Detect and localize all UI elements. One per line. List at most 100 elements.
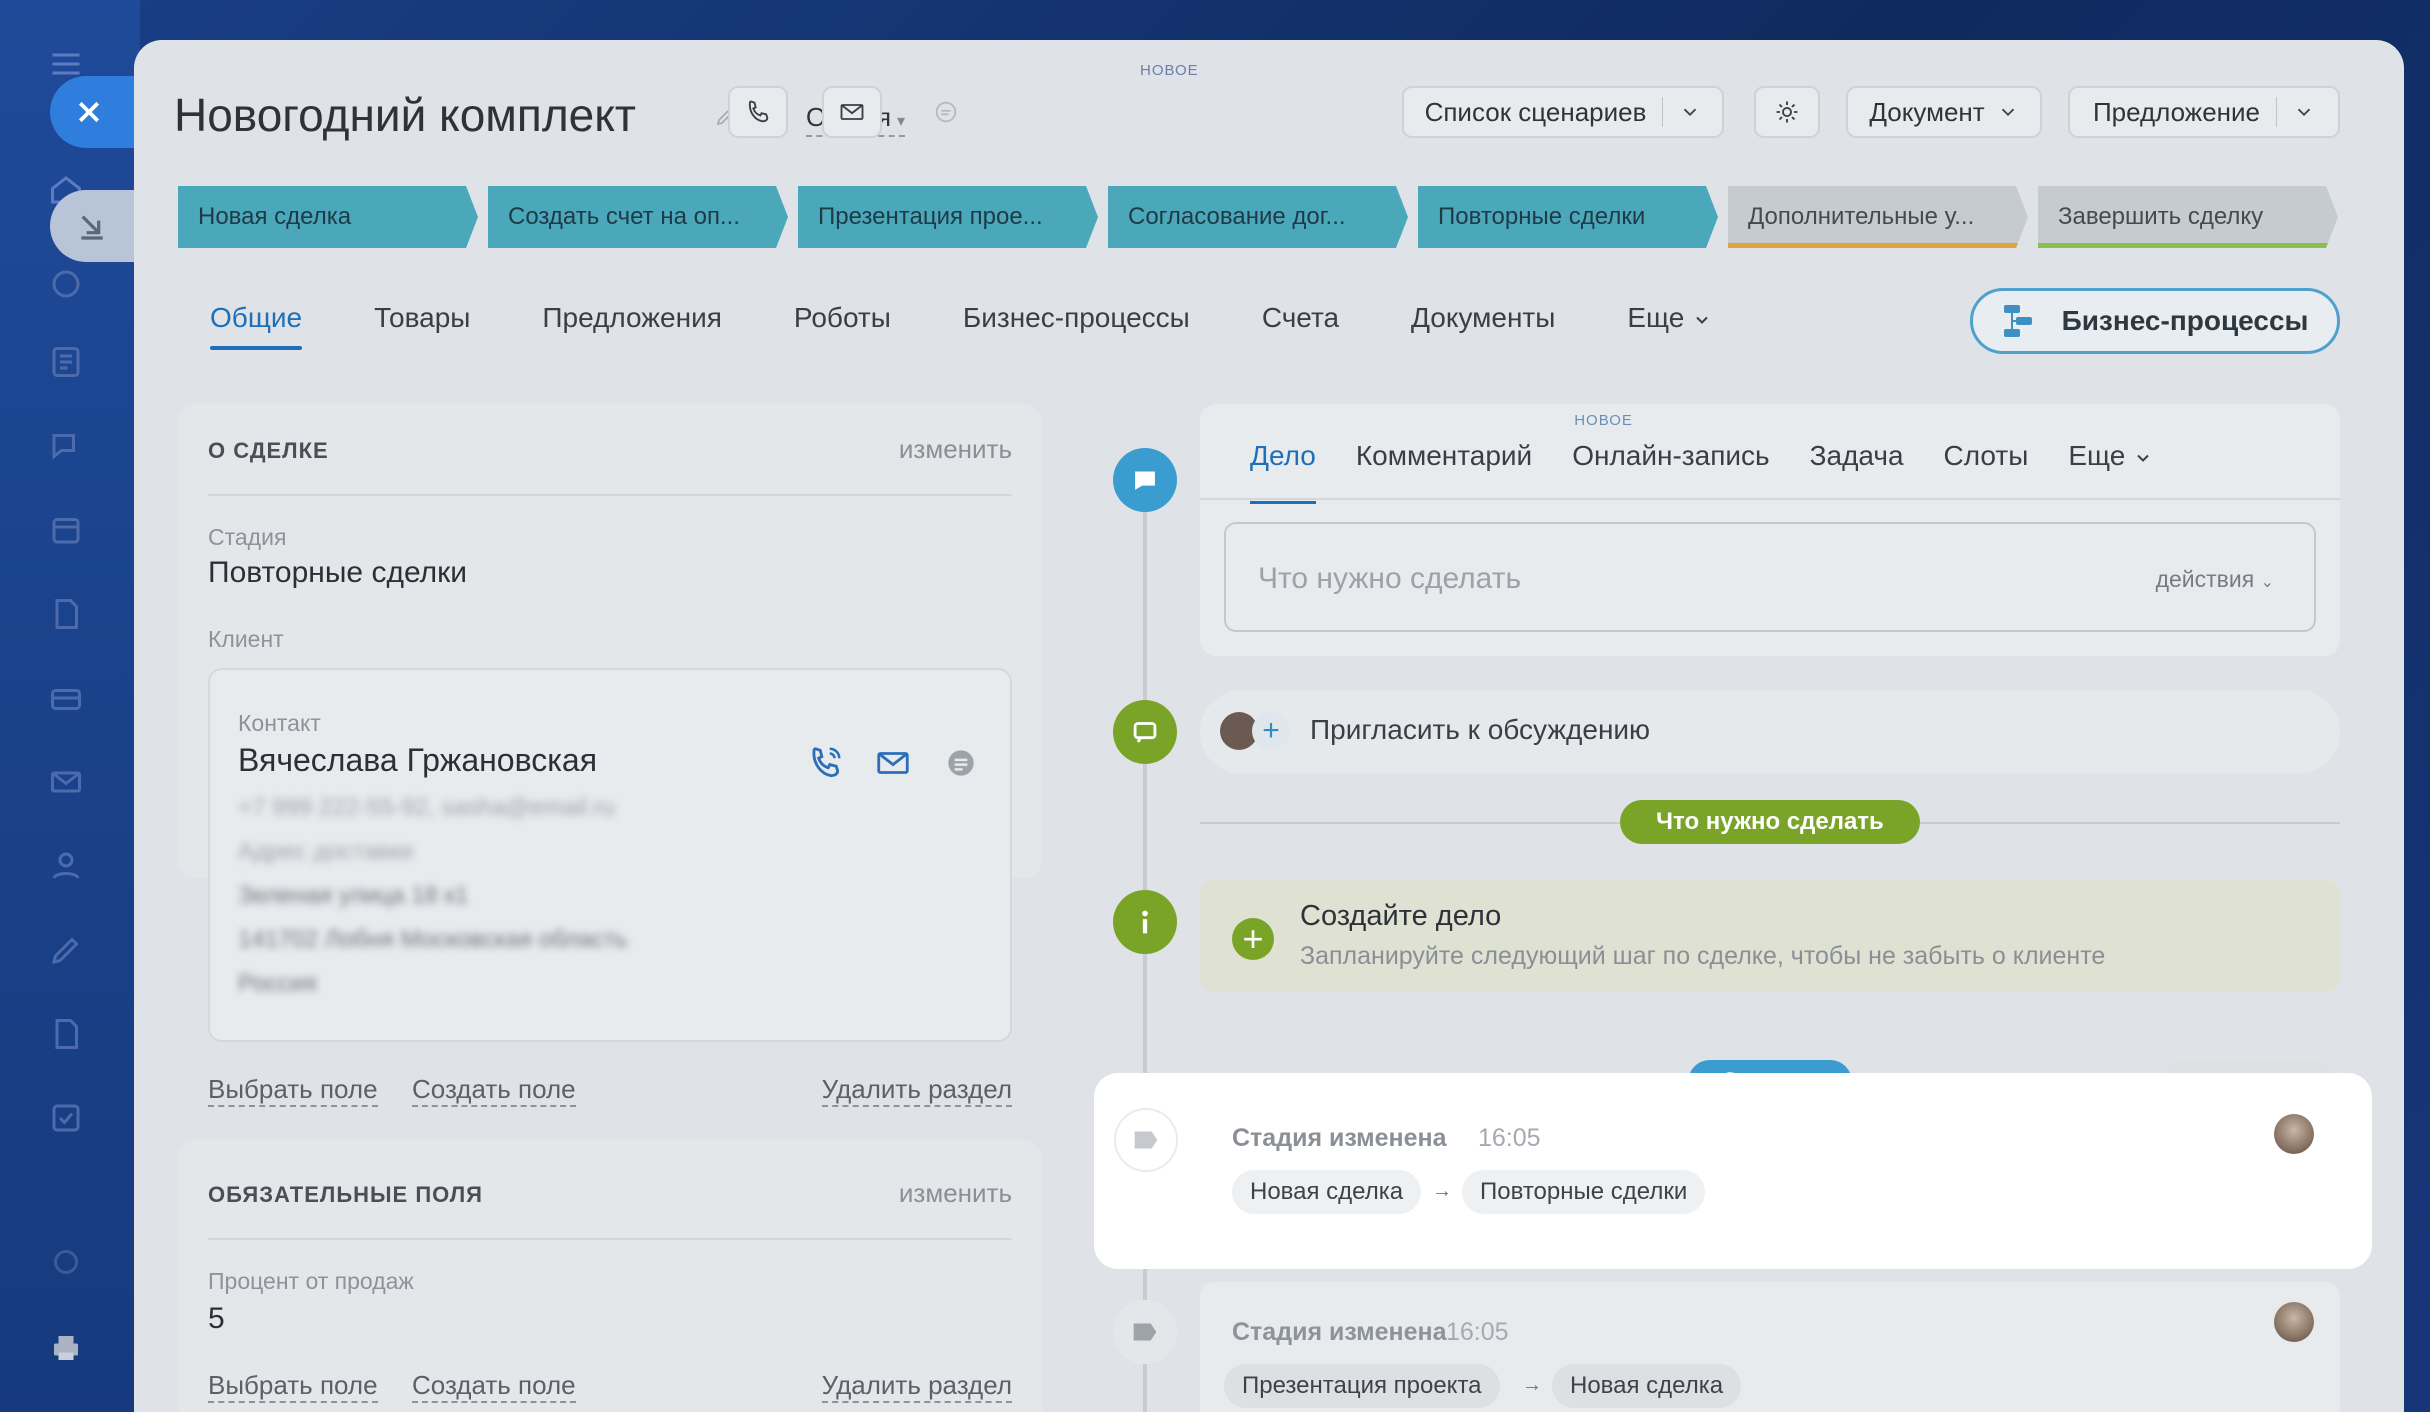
online-booking-label: Онлайн-запись <box>1572 440 1770 471</box>
crm-icon[interactable] <box>46 678 86 718</box>
timeline-node-stage-2 <box>1113 1300 1177 1364</box>
create-field-link[interactable]: Создать поле <box>412 1074 576 1107</box>
settings-button[interactable] <box>1754 86 1820 138</box>
add-circle-icon[interactable]: + <box>1232 918 1274 960</box>
plus-icon: + <box>1252 712 1290 750</box>
editor-tab-task[interactable]: Дело <box>1250 440 1316 504</box>
sales-percent-label: Процент от продаж <box>208 1268 414 1294</box>
avatar <box>2274 1114 2314 1154</box>
editor-tab-more[interactable]: Еще <box>2068 440 2153 504</box>
delete-section-link[interactable]: Удалить раздел <box>821 1074 1012 1107</box>
chat-bubble-icon <box>1135 471 1155 490</box>
close-slider-button[interactable] <box>50 76 146 148</box>
stage-2[interactable]: Создать счет на оп... <box>488 186 788 248</box>
stage-label: Повторные сделки <box>1438 203 1646 230</box>
email-button[interactable] <box>822 86 882 138</box>
tab-general[interactable]: Общие <box>210 302 303 350</box>
contact-name[interactable]: Вячеслава Гржановская <box>238 742 597 779</box>
todo-section-pill: Что нужно сделать <box>1620 800 1920 844</box>
editor-tab-comment[interactable]: Комментарий <box>1356 440 1532 504</box>
contact-label: Контакт <box>238 710 321 736</box>
about-card-links: Выбрать поле Создать поле Удалить раздел <box>208 1074 1012 1114</box>
template-icon[interactable] <box>46 1014 86 1054</box>
stage-1[interactable]: Новая сделка <box>178 186 478 248</box>
minimize-slider-button[interactable] <box>50 190 146 262</box>
actions-label: действия <box>2155 566 2255 592</box>
stage-label: Согласование дог... <box>1128 203 1346 230</box>
mail-icon[interactable] <box>874 744 912 782</box>
tab-robots[interactable]: Роботы <box>794 302 891 350</box>
chevron-down-icon <box>1696 316 1709 324</box>
select-field-link[interactable]: Выбрать поле <box>208 1370 378 1403</box>
mail-icon[interactable] <box>46 762 86 802</box>
contacts-icon[interactable] <box>46 846 86 886</box>
business-processes-label: Бизнес-процессы <box>2061 305 2309 336</box>
stage-4[interactable]: Согласование дог... <box>1108 186 1408 248</box>
gear-icon <box>1776 101 1798 123</box>
stage-label: Дополнительные у... <box>1748 203 1975 230</box>
info-icon <box>1142 910 1148 934</box>
delete-section-link[interactable]: Удалить раздел <box>821 1370 1012 1403</box>
event-title: Стадия изменена <box>1232 1124 1447 1152</box>
stage-5[interactable]: Повторные сделки <box>1418 186 1718 248</box>
create-task-subtitle: Запланируйте следующий шаг по сделке, чт… <box>1300 942 2106 970</box>
tab-business-processes[interactable]: Бизнес-процессы <box>963 302 1190 350</box>
tasks-icon[interactable] <box>46 1098 86 1138</box>
collapse-icon <box>81 215 103 240</box>
printer-icon[interactable] <box>46 1328 86 1368</box>
chat-button[interactable] <box>916 86 976 138</box>
create-field-link[interactable]: Создать поле <box>412 1370 576 1403</box>
invite-to-discussion[interactable]: + Пригласить к обсуждению <box>1200 690 2340 774</box>
client-label: Клиент <box>208 626 284 652</box>
divider <box>1200 498 2340 500</box>
network-icon[interactable] <box>46 264 86 304</box>
stage-change-event-highlighted: Стадия изменена 16:05 Новая сделка → Пов… <box>1200 1094 2340 1250</box>
proposal-dropdown[interactable]: Предложение <box>2068 86 2340 138</box>
stage-accent-bar <box>2038 243 2328 248</box>
tab-invoices[interactable]: Счета <box>1262 302 1339 350</box>
stage-to-chip: Повторные сделки <box>1462 1170 1706 1214</box>
editor-tab-online-booking[interactable]: НОВОЕ Онлайн-запись <box>1572 412 1770 504</box>
todo-input[interactable]: Что нужно сделать действия ⌄ <box>1224 522 2316 632</box>
call-button[interactable] <box>728 86 788 138</box>
document-label: Документ <box>1869 96 1985 127</box>
editor-tabs: Дело Комментарий НОВОЕ Онлайн-запись Зада… <box>1250 412 2153 504</box>
phone-icon <box>748 100 769 123</box>
stage-from-chip: Новая сделка <box>1232 1170 1422 1214</box>
document-dropdown[interactable]: Документ <box>1846 86 2042 138</box>
stage-6[interactable]: Дополнительные у... <box>1728 186 2028 248</box>
actions-dropdown[interactable]: действия ⌄ <box>2156 566 2274 593</box>
tab-products[interactable]: Товары <box>374 302 470 350</box>
tab-more[interactable]: Еще <box>1627 302 1712 350</box>
news-icon[interactable] <box>46 342 86 382</box>
editor-more-label: Еще <box>2068 440 2126 471</box>
about-edit-link[interactable]: изменить <box>899 434 1012 465</box>
settings-icon[interactable] <box>46 1242 86 1282</box>
top-new-badge: НОВОЕ <box>1140 62 1199 79</box>
chevron-down-icon <box>2137 454 2150 462</box>
business-processes-button[interactable]: Бизнес-процессы <box>1970 288 2340 354</box>
chat-bubble-icon[interactable] <box>942 744 980 782</box>
chevron-down-icon: ⌄ <box>2260 574 2274 591</box>
chevron-down-icon <box>2001 108 2014 117</box>
document-icon[interactable] <box>46 594 86 634</box>
create-task-card[interactable]: + Создайте дело Запланируйте следующий ш… <box>1200 880 2340 992</box>
contact-card: Контакт Вячеслава Гржановская +7 999 222… <box>208 668 1012 1042</box>
tab-documents[interactable]: Документы <box>1411 302 1555 350</box>
address-line-2: 141702 Лобня Московская область <box>238 926 628 953</box>
stage-label: Новая сделка <box>198 203 352 230</box>
required-edit-link[interactable]: изменить <box>899 1178 1012 1209</box>
scenarios-dropdown[interactable]: Список сценариев <box>1402 86 1724 138</box>
sign-icon[interactable] <box>46 930 86 970</box>
phone-icon[interactable] <box>806 744 844 782</box>
about-heading: О СДЕЛКЕ <box>208 438 329 463</box>
editor-tab-slots[interactable]: Слоты <box>1944 440 2029 504</box>
select-field-link[interactable]: Выбрать поле <box>208 1074 378 1107</box>
stage-7[interactable]: Завершить сделку <box>2038 186 2338 248</box>
tab-proposals[interactable]: Предложения <box>542 302 721 350</box>
chat-icon[interactable] <box>46 426 86 466</box>
calendar-icon[interactable] <box>46 510 86 550</box>
stage-3[interactable]: Презентация прое... <box>798 186 1098 248</box>
editor-tab-todo[interactable]: Задача <box>1810 440 1904 504</box>
page-title: Новогодний комплект <box>174 89 636 141</box>
